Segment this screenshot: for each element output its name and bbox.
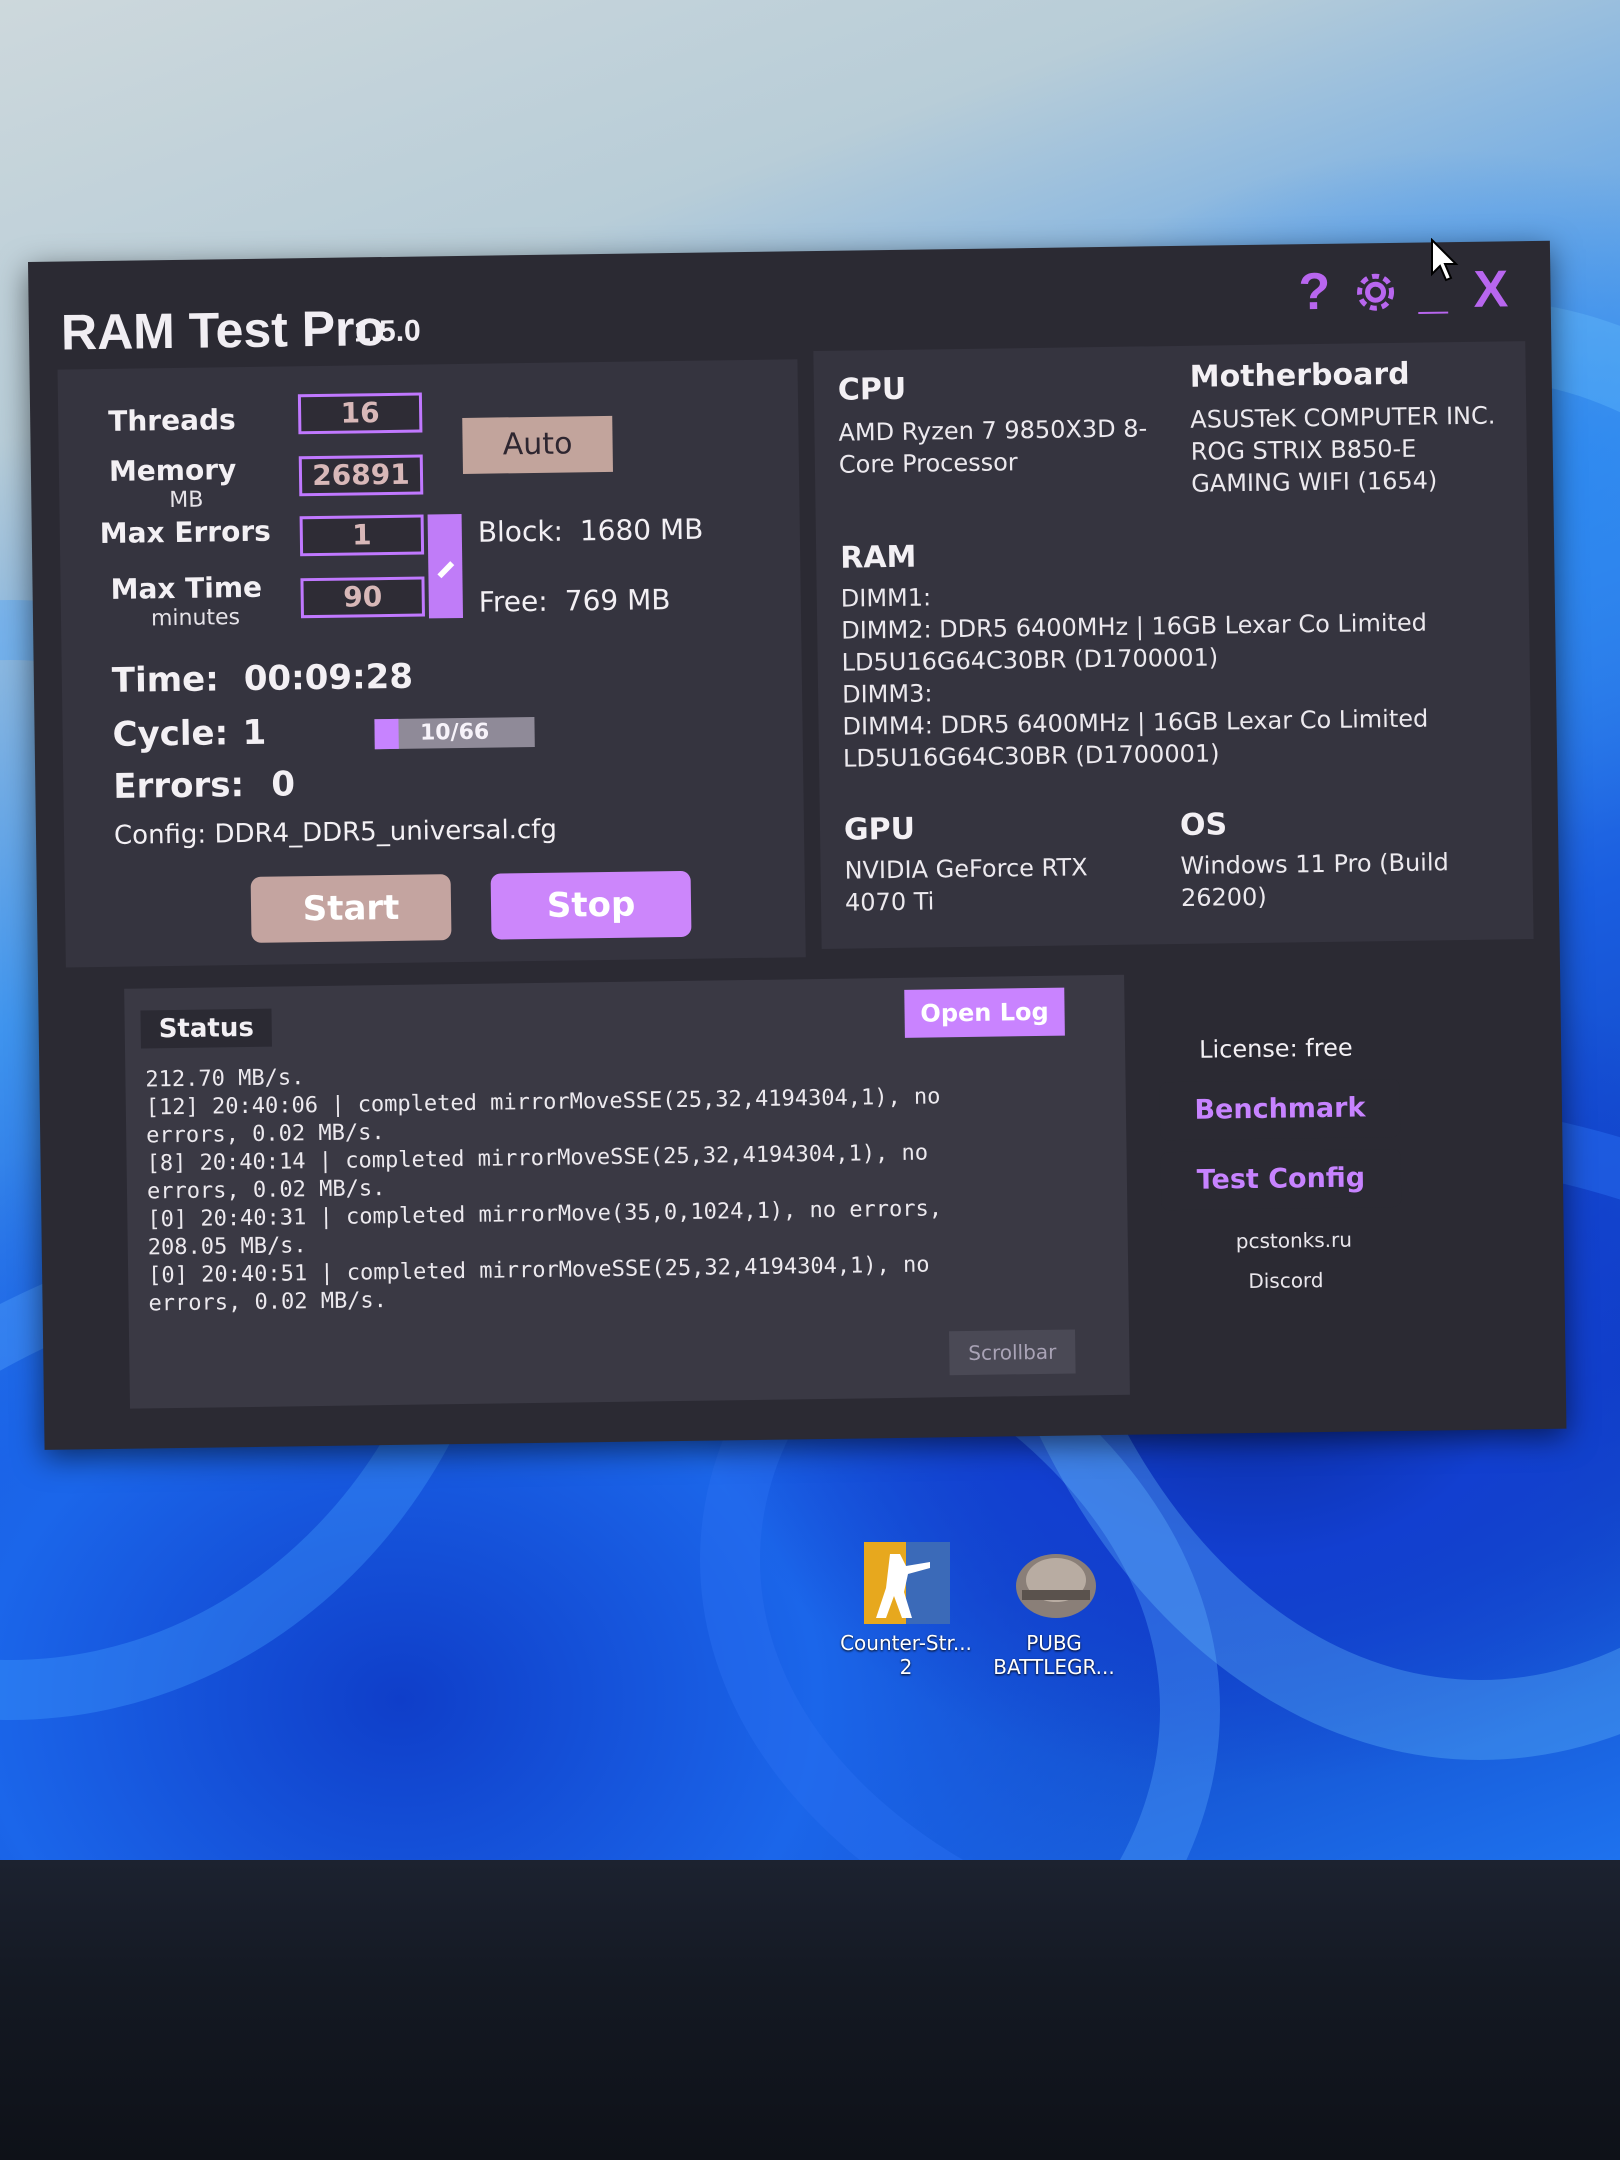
cpu-line1: AMD Ryzen 7 9850X3D 8- [838,414,1148,447]
max-errors-input[interactable]: 1 [299,514,425,557]
desktop-icon-label: PUBG [1026,1631,1082,1655]
config-text: Config: DDR4_DDR5_universal.cfg [113,814,558,851]
time-value: 00:09:28 [243,656,414,700]
os-line1: Windows 11 Pro (Build [1180,848,1449,880]
log-line: 208.05 MB/s. [147,1233,307,1261]
free-label: Free: [478,584,548,619]
motherboard-heading: Motherboard [1189,356,1410,395]
log-line: 212.70 MB/s. [145,1065,305,1093]
close-icon[interactable]: X [1473,260,1508,318]
start-button[interactable]: Start [250,874,452,943]
ram-line: DIMM4: DDR5 6400MHz | 16GB Lexar Co Limi… [842,704,1429,741]
ram-heading: RAM [839,539,917,576]
motherboard-line1: ASUSTeK COMPUTER INC. [1190,401,1496,434]
pencil-icon [437,561,455,579]
cpu-line2: Core Processor [838,448,1018,479]
desktop-icon-counter-strike[interactable]: Counter-Str... 2 [836,1540,976,1679]
memory-unit: MB [169,487,204,514]
desktop-icon-pubg[interactable]: PUBG BATTLEGR... [984,1540,1124,1679]
free-value: 769 MB [564,583,671,618]
memory-input[interactable]: 26891 [298,454,424,497]
block-value: 1680 MB [579,512,704,548]
log-scrollbar[interactable]: Scrollbar [949,1329,1076,1376]
ram-line: DIMM3: [841,679,933,709]
ram-line: DIMM1: [840,583,932,613]
ram-line: LD5U16G64C30BR (D1700001) [841,643,1219,677]
log-line: errors, 0.02 MB/s. [146,1176,386,1205]
system-info-panel: CPU AMD Ryzen 7 9850X3D 8- Core Processo… [813,341,1534,949]
max-time-input[interactable]: 90 [300,576,425,619]
discord-link[interactable]: Discord [1248,1268,1324,1293]
max-time-label: Max Time [110,570,263,606]
desktop-icon-label: 2 [899,1655,913,1679]
ram-line: DIMM2: DDR5 6400MHz | 16GB Lexar Co Limi… [841,608,1428,645]
pubg-helmet-icon [1016,1554,1096,1618]
log-line: errors, 0.02 MB/s. [146,1120,385,1149]
test-config-button[interactable]: Test Config [1160,1148,1402,1211]
ram-line: LD5U16G64C30BR (D1700001) [842,739,1220,773]
gear-icon[interactable] [1350,267,1401,327]
mouse-cursor-icon [1431,238,1459,282]
motherboard-line3: GAMING WIFI (1654) [1191,466,1438,498]
cycle-progress-text: 10/66 [419,719,490,746]
max-time-unit: minutes [150,605,241,632]
cycle-label: Cycle: [112,713,229,755]
gpu-line2: 4070 Ti [844,887,935,917]
gpu-line1: NVIDIA GeForce RTX [844,853,1088,885]
desktop-icon-label: BATTLEGR... [993,1655,1115,1679]
os-line2: 26200) [1180,882,1267,912]
help-icon[interactable]: ? [1298,263,1331,321]
os-heading: OS [1179,807,1228,843]
benchmark-button[interactable]: Benchmark [1159,1078,1401,1141]
status-tab[interactable]: Status [140,1008,273,1049]
cpu-heading: CPU [837,371,907,408]
errors-label: Errors: [113,765,245,807]
stop-button[interactable]: Stop [490,870,692,940]
errors-value: 0 [271,764,296,805]
block-label: Block: [477,514,564,549]
license-text: License: free [1198,1033,1353,1064]
edit-button[interactable] [427,513,464,619]
counter-strike-icon [864,1542,950,1624]
log-line: errors, 0.02 MB/s. [148,1288,388,1317]
cycle-value: 1 [242,712,267,754]
app-title: RAM Test Pro [60,300,386,361]
site-link[interactable]: pcstonks.ru [1236,1228,1352,1254]
max-errors-label: Max Errors [99,514,272,551]
monitor-bezel [0,1860,1620,2160]
gpu-heading: GPU [843,811,916,848]
status-panel: Status Open Log 212.70 MB/s. [12] 20:40:… [124,974,1130,1409]
motherboard-line2: ROG STRIX B850-E [1190,434,1417,466]
threads-label: Threads [108,403,236,438]
threads-input[interactable]: 16 [297,392,423,435]
cycle-progress-bar: 10/66 [374,716,535,750]
open-log-button[interactable]: Open Log [904,987,1065,1038]
app-window: RAM Test Pro 1.5.0 ? _ X Threads 16 Memo… [28,240,1567,1450]
auto-button[interactable]: Auto [462,415,613,474]
memory-label: Memory [108,453,237,488]
time-label: Time: [111,659,220,701]
settings-panel: Threads 16 Memory MB 26891 Auto Max Erro… [57,359,806,968]
desktop-icon-label: Counter-Str... [840,1631,972,1655]
app-version: 1.5.0 [353,314,421,349]
